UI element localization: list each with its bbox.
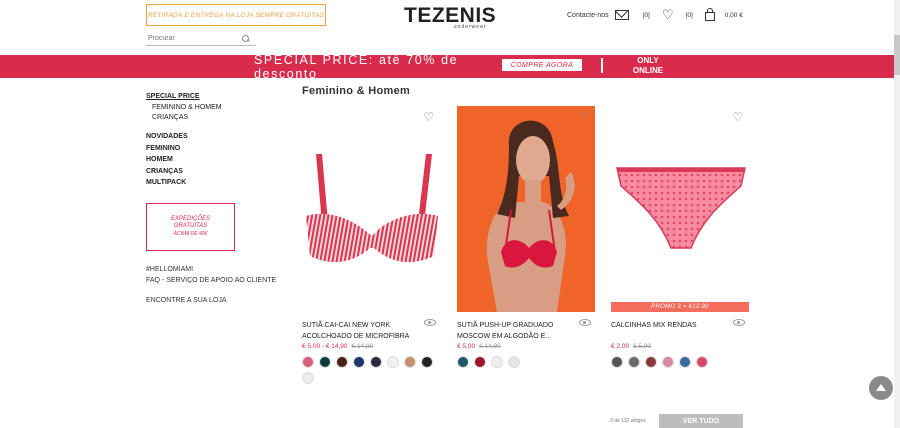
promo-banner: SPECIAL PRICE: até 70% de desconto COMPR…: [0, 53, 894, 81]
product-name[interactable]: SUTIÃ CAI-CAI NEW YORK ACOLCHOADO DE MIC…: [302, 320, 422, 342]
product-card[interactable]: ♡ SUTIÃ PUSH-UP GRADUADO MOSCOW EM ALGOD…: [457, 106, 595, 368]
faq-link[interactable]: FAQ - SERVIÇO DE APOIO AO CLIENTE: [146, 275, 276, 286]
product-name-line2[interactable]: ACOLCHOADO DE MICROFIBRA: [302, 331, 422, 342]
free-shipping-line3: ACIMA DE 40€: [173, 230, 208, 237]
only-online-line1: ONLY: [637, 56, 659, 65]
color-swatch[interactable]: [370, 356, 382, 368]
sidebar-item-feminino-homem[interactable]: FEMININO & HOMEM: [146, 103, 276, 113]
color-swatch[interactable]: [421, 356, 433, 368]
shop-now-button[interactable]: COMPRE AGORA: [502, 59, 582, 71]
product-name-line1[interactable]: CALCINHAS MIX RENDAS: [611, 322, 697, 329]
product-price: € 5,00 - € 14,90 € 14,90: [302, 343, 373, 350]
color-swatches: [611, 356, 751, 368]
color-swatch[interactable]: [319, 356, 331, 368]
page-scrollbar[interactable]: [894, 0, 900, 428]
product-card[interactable]: ♡ PROMO 3 = €12.90 CALCINHAS MIX RENDAS …: [611, 106, 749, 368]
only-online-label: ONLY ONLINE: [626, 56, 670, 76]
sidebar-item-feminino[interactable]: FEMININO: [146, 143, 276, 155]
search-input[interactable]: [146, 35, 241, 42]
old-price: € 5,90: [633, 343, 652, 350]
color-swatch[interactable]: [457, 356, 469, 368]
wishlist-heart-icon[interactable]: ♡: [732, 111, 743, 123]
current-price: € 5,00: [457, 343, 476, 350]
product-name[interactable]: CALCINHAS MIX RENDAS: [611, 320, 731, 331]
banner-divider: [601, 58, 603, 73]
product-price: € 5,00 € 14,90: [457, 343, 501, 350]
sidebar-item-homem[interactable]: HOMEM: [146, 154, 276, 166]
free-shipping-line1: EXPEDIÇÕES: [170, 215, 210, 222]
color-swatch[interactable]: [353, 356, 365, 368]
free-shipping-banner[interactable]: EXPEDIÇÕES GRATUITAS ACIMA DE 40€: [146, 203, 235, 251]
color-swatch[interactable]: [491, 356, 503, 368]
product-image[interactable]: ♡: [302, 106, 440, 312]
mail-icon[interactable]: [614, 10, 629, 20]
product-name-line2[interactable]: MOSCOW EM ALGODÃO E...: [457, 331, 577, 342]
color-swatch[interactable]: [302, 372, 314, 384]
brand-logo[interactable]: TEZENIS underwear: [404, 4, 497, 30]
search-bar[interactable]: [146, 32, 256, 46]
shopping-bag-icon[interactable]: [704, 7, 715, 21]
product-name-line1[interactable]: SUTIÃ PUSH-UP GRADUADO: [457, 322, 553, 329]
color-swatch[interactable]: [474, 356, 486, 368]
free-shipping-line2: GRATUITAS: [173, 223, 208, 230]
old-price: € 14,90: [479, 343, 501, 350]
color-swatch[interactable]: [387, 356, 399, 368]
sidebar-links: #HELLOMIAMI FAQ - SERVIÇO DE APOIO AO CL…: [146, 264, 276, 306]
color-swatch[interactable]: [302, 356, 314, 368]
product-image[interactable]: ♡ PROMO 3 = €12.90: [611, 106, 749, 312]
color-swatch[interactable]: [508, 356, 520, 368]
sidebar-item-criancas-sub[interactable]: CRIANÇAS: [146, 113, 276, 123]
color-swatch[interactable]: [696, 356, 708, 368]
wishlist-heart-icon[interactable]: ♡: [423, 111, 434, 123]
pagination-count: 3 de 132 artigos: [610, 418, 646, 424]
contact-link[interactable]: Contacte-nos: [567, 12, 609, 19]
color-swatches: [457, 356, 597, 368]
promo-tag: PROMO 3 = €12.90: [611, 302, 749, 312]
sidebar-item-criancas[interactable]: CRIANÇAS: [146, 166, 276, 178]
product-name[interactable]: SUTIÃ PUSH-UP GRADUADO MOSCOW EM ALGODÃO…: [457, 320, 577, 342]
hashtag-link[interactable]: #HELLOMIAMI: [146, 264, 276, 275]
product-name-line1[interactable]: SUTIÃ CAI-CAI NEW YORK: [302, 322, 390, 329]
sidebar-item-multipack[interactable]: MULTIPACK: [146, 177, 276, 189]
quick-view-eye-icon[interactable]: [579, 319, 591, 326]
product-image[interactable]: ♡: [457, 106, 595, 312]
banner-headline: SPECIAL PRICE: até 70% de desconto: [254, 53, 459, 81]
color-swatch[interactable]: [611, 356, 623, 368]
brand-name: TEZENIS: [404, 4, 497, 27]
scroll-to-top-button[interactable]: [869, 376, 893, 400]
product-price: € 2,00 € 5,90: [611, 343, 651, 350]
page-title: Feminino & Homem: [302, 85, 411, 97]
promo-free-pickup-link[interactable]: RETIRADA E ENTREGA NA LOJA SEMPRE GRATUI…: [146, 4, 326, 26]
scrollbar-thumb[interactable]: [894, 35, 900, 75]
only-online-line2: ONLINE: [632, 66, 664, 75]
quick-view-eye-icon[interactable]: [424, 319, 436, 326]
message-count: [0]: [642, 11, 650, 19]
color-swatch[interactable]: [662, 356, 674, 368]
color-swatches: [302, 356, 442, 384]
sidebar-item-novidades[interactable]: NOVIDADES: [146, 131, 276, 143]
quick-view-eye-icon[interactable]: [733, 319, 745, 326]
current-price: € 5,00 - € 14,90: [302, 343, 348, 350]
color-swatch[interactable]: [679, 356, 691, 368]
old-price: € 14,90: [351, 343, 374, 350]
category-sidebar: SPECIAL PRICE FEMININO & HOMEM CRIANÇAS …: [146, 93, 276, 189]
wishlist-count: [0]: [685, 11, 693, 19]
search-icon[interactable]: [241, 34, 251, 44]
header-actions: Contacte-nos [0] ♡ [0] 0,00 €: [567, 7, 743, 22]
product-card[interactable]: ♡ SUTIÃ CAI-CAI NEW YORK ACOLCHOADO DE M…: [302, 106, 440, 384]
wishlist-heart-icon[interactable]: ♡: [578, 111, 589, 123]
cart-total[interactable]: 0,00 €: [725, 12, 743, 19]
sidebar-special-price[interactable]: SPECIAL PRICE: [146, 93, 276, 100]
store-locator-link[interactable]: ENCONTRE A SUA LOJA: [146, 295, 276, 306]
color-swatch[interactable]: [404, 356, 416, 368]
color-swatch[interactable]: [628, 356, 640, 368]
wishlist-heart-icon[interactable]: ♡: [662, 8, 674, 21]
current-price: € 2,00: [611, 343, 630, 350]
color-swatch[interactable]: [336, 356, 348, 368]
color-swatch[interactable]: [645, 356, 657, 368]
see-all-button[interactable]: VER TUDO: [659, 414, 743, 428]
